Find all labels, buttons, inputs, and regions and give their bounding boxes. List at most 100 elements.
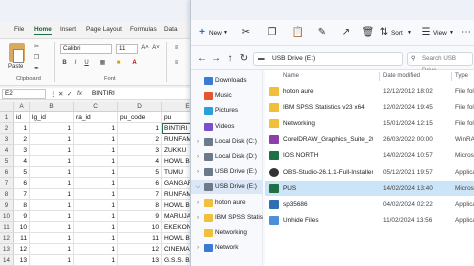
file-row[interactable]: Unhide Files 11/02/2024 13:56 Applicat [265, 213, 474, 228]
row-header[interactable]: 5 [0, 156, 14, 167]
share-icon[interactable]: ↗ [339, 26, 353, 40]
file-row[interactable]: OBS-Studio-26.1.1-Full-Installer-x64 05/1… [265, 165, 474, 180]
nav-item[interactable]: › IBM SPSS Statis [191, 211, 263, 225]
cell[interactable]: 6 [14, 178, 30, 189]
italic-button[interactable]: I [71, 59, 80, 68]
sort-chevron-icon[interactable]: ▼ [407, 30, 412, 36]
row-header[interactable]: 2 [0, 123, 14, 134]
expand-chevron-icon[interactable]: › [194, 241, 202, 255]
name-box[interactable]: E2 [2, 89, 46, 99]
cut-icon[interactable]: ✂ [32, 43, 41, 52]
cell[interactable]: 10 [14, 222, 30, 233]
view-chevron-icon[interactable]: ▼ [449, 30, 454, 36]
cell[interactable]: 1 [118, 123, 162, 134]
expand-chevron-icon[interactable]: › [194, 135, 202, 149]
nav-item[interactable]: › Network [191, 241, 263, 255]
cell[interactable]: lg_id [30, 112, 74, 123]
cell[interactable]: 1 [30, 233, 74, 244]
paste-button-label[interactable]: Paste [8, 64, 23, 70]
expand-chevron-icon[interactable]: › [194, 196, 202, 210]
cell[interactable]: 12 [14, 244, 30, 255]
nav-item[interactable]: ⌵ USB Drive (E:) [191, 180, 263, 195]
cell[interactable]: 9 [118, 211, 162, 222]
cell[interactable]: 2 [14, 134, 30, 145]
row-header[interactable]: 10 [0, 211, 14, 222]
paste-icon[interactable]: 📋 [291, 26, 305, 40]
row-header[interactable]: 11 [0, 222, 14, 233]
sort-icon[interactable]: ⇅ [377, 26, 391, 40]
more-options-icon[interactable]: ⋯ [459, 26, 473, 40]
nav-item[interactable]: Videos [191, 120, 263, 134]
cell[interactable]: 1 [74, 178, 118, 189]
cell[interactable]: 1 [74, 200, 118, 211]
cell[interactable]: 1 [74, 233, 118, 244]
file-row[interactable]: hoton aure 12/12/2012 18:02 File fold [265, 84, 474, 99]
grow-font-button[interactable]: A˄ [140, 44, 150, 53]
cell[interactable]: 1 [30, 145, 74, 156]
cell[interactable]: 1 [74, 222, 118, 233]
cell[interactable]: 1 [30, 255, 74, 266]
shrink-font-button[interactable]: A˅ [151, 44, 161, 53]
cell[interactable]: 1 [30, 211, 74, 222]
cell[interactable]: 1 [74, 189, 118, 200]
cell[interactable]: 13 [14, 255, 30, 266]
cell[interactable]: 1 [30, 222, 74, 233]
font-color-icon[interactable]: A [130, 59, 139, 68]
cell[interactable]: 7 [14, 189, 30, 200]
row-header[interactable]: 4 [0, 145, 14, 156]
underline-button[interactable]: U [82, 59, 91, 68]
view-icon[interactable]: ☰ [419, 26, 433, 40]
nav-item[interactable]: › hoton aure [191, 196, 263, 210]
row-header[interactable]: 9 [0, 200, 14, 211]
formula-input[interactable]: BINTIRI [92, 90, 115, 97]
cell[interactable]: 3 [14, 145, 30, 156]
cell[interactable]: 1 [30, 200, 74, 211]
row-header[interactable]: 1 [0, 112, 14, 123]
font-size-select[interactable]: 11 [116, 44, 138, 54]
file-row[interactable]: IOS NORTH 14/02/2024 10:57 Microsof [265, 148, 474, 163]
cancel-icon[interactable]: ✕ [58, 90, 63, 98]
cell[interactable]: 11 [118, 233, 162, 244]
nav-item[interactable]: › Local Disk (D:) [191, 150, 263, 164]
cell[interactable]: 1 [74, 156, 118, 167]
cell[interactable]: 1 [30, 167, 74, 178]
cell[interactable]: id [14, 112, 30, 123]
file-row[interactable]: IBM SPSS Statistics v23 x64 12/02/2024 19… [265, 100, 474, 115]
cell[interactable]: 5 [14, 167, 30, 178]
cell[interactable]: 9 [14, 211, 30, 222]
cell[interactable]: 1 [74, 244, 118, 255]
up-arrow-icon[interactable]: ↑ [223, 52, 237, 66]
view-button[interactable]: View [433, 30, 447, 37]
cell[interactable]: 1 [74, 123, 118, 134]
rename-icon[interactable]: ✎ [315, 26, 329, 40]
row-header[interactable]: 12 [0, 233, 14, 244]
nav-item[interactable]: Music [191, 89, 263, 103]
nav-item[interactable]: Networking [191, 226, 263, 240]
copy-icon[interactable]: ❐ [265, 26, 279, 40]
nav-item[interactable]: Downloads [191, 74, 263, 88]
font-family-select[interactable]: Calibri [60, 44, 112, 54]
back-arrow-icon[interactable]: ← [195, 52, 209, 66]
nav-item[interactable]: › USB Drive (E:) [191, 165, 263, 179]
row-header[interactable]: 8 [0, 189, 14, 200]
column-header-a[interactable]: A [14, 102, 30, 112]
column-header-d[interactable]: D [118, 102, 162, 112]
insert-function-icon[interactable]: fx [77, 90, 82, 97]
cell[interactable]: 13 [118, 255, 162, 266]
sort-button[interactable]: Sort [391, 30, 403, 37]
cell[interactable]: 11 [14, 233, 30, 244]
fill-color-icon[interactable]: ■ [114, 59, 123, 68]
nav-item[interactable]: Pictures [191, 104, 263, 118]
cell[interactable]: 3 [118, 145, 162, 156]
paste-icon[interactable] [9, 43, 25, 63]
column-header-c[interactable]: C [74, 102, 118, 112]
cell[interactable]: 4 [14, 156, 30, 167]
cell[interactable]: pu_code [118, 112, 162, 123]
cell[interactable]: 4 [118, 156, 162, 167]
address-bar[interactable]: ▬ USB Drive (E:) [253, 52, 403, 66]
refresh-icon[interactable]: ↻ [237, 52, 251, 66]
file-row[interactable]: sp35686 04/02/2024 02:22 Applicat [265, 197, 474, 212]
cell[interactable]: 1 [74, 167, 118, 178]
cell[interactable]: 1 [30, 178, 74, 189]
cell[interactable]: 10 [118, 222, 162, 233]
